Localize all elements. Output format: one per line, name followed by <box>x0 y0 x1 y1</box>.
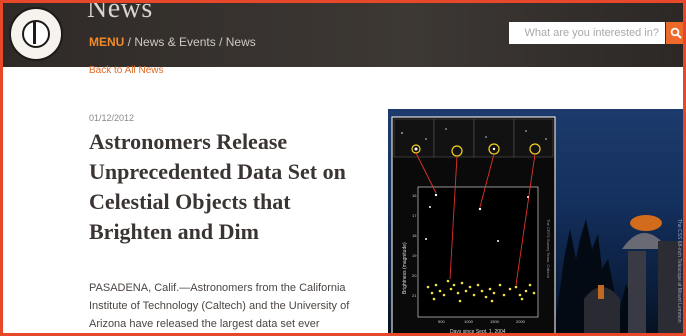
seal-inner-ring <box>22 20 50 48</box>
thumbnail-strip <box>393 118 554 158</box>
breadcrumb-separator: / <box>124 35 135 49</box>
x-tick-label: 1000 <box>464 319 474 324</box>
article-image-graphic: The CSS 68-inch Telescope at Mount Lemmo… <box>391 116 683 335</box>
x-tick-label: 1500 <box>490 319 500 324</box>
article-headline: Astronomers Release Unprecedented Data S… <box>89 129 346 244</box>
page-frame: News MENU / News & Events / News Back to… <box>0 0 686 336</box>
plot-area <box>417 186 539 318</box>
x-tick-label: 500 <box>438 319 445 324</box>
article-image[interactable]: The CSS 68-inch Telescope at Mount Lemmo… <box>388 109 683 335</box>
seal-torch-mark <box>33 22 36 44</box>
y-tick-label: 19 <box>412 253 417 258</box>
search-input[interactable] <box>509 22 665 44</box>
figure-credit-vertical: The CRTS Survey Team, Caltech <box>546 219 551 278</box>
y-tick-label: 16 <box>412 193 417 198</box>
x-axis-label: Days since Sept. 1, 2004 <box>450 329 506 335</box>
search-icon <box>670 27 682 39</box>
site-header: News MENU / News & Events / News <box>3 3 683 67</box>
breadcrumb: MENU / News & Events / News <box>89 35 256 49</box>
article-body-line: PASADENA, Calif.—Astronomers from the Ca… <box>89 282 346 294</box>
light-curve-figure: 16 17 18 19 20 21 500 1000 1500 2000 Bri… <box>391 116 556 335</box>
article-body-line: Arizona have released the largest data s… <box>89 318 320 330</box>
y-tick-label: 18 <box>412 233 417 238</box>
photo-credit-vertical: The CSS 68-inch Telescope at Mount Lemmo… <box>676 219 682 323</box>
breadcrumb-separator: / <box>215 35 226 49</box>
y-axis-label: Brightness (magnitude) <box>402 242 408 294</box>
article-body: PASADENA, Calif.—Astronomers from the Ca… <box>89 279 379 333</box>
y-tick-label: 20 <box>412 273 417 278</box>
breadcrumb-item-news-events[interactable]: News & Events <box>134 35 215 49</box>
article-body-line: Institute of Technology (Caltech) and th… <box>89 300 350 312</box>
article-date: 01/12/2012 <box>89 113 135 123</box>
caltech-seal-logo[interactable] <box>9 7 63 61</box>
back-to-news-link[interactable]: Back to All News <box>89 65 163 76</box>
search-button[interactable] <box>666 22 683 44</box>
y-tick-label: 21 <box>412 293 417 298</box>
x-tick-label: 2000 <box>516 319 526 324</box>
y-tick-label: 17 <box>412 213 417 218</box>
breadcrumb-item-news[interactable]: News <box>226 35 256 49</box>
site-section-title: News <box>87 0 153 24</box>
menu-link[interactable]: MENU <box>89 35 124 49</box>
